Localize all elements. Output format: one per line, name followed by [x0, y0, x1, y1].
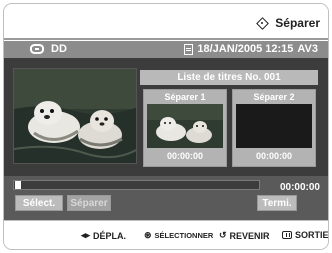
document-icon [184, 43, 194, 55]
date-info: 18/JAN/2005 12:15 AV3 [184, 43, 318, 55]
nav-back-label: REVENIR [229, 230, 270, 241]
info-bar: DD 18/JAN/2005 12:15 AV3 [4, 41, 328, 58]
disc-type: DD [51, 43, 67, 55]
remote-nav-bar: ◂▸ DÉPLA. ⊛ SÉLECTIONNER ↺ REVENIR SORTI… [4, 220, 329, 249]
nav-select-label: SÉLECTIONNER [154, 231, 214, 240]
split-button[interactable]: Séparer [67, 195, 111, 211]
main-area: Liste de titres No. 001 Séparer 1 00:00: [4, 58, 328, 176]
nav-move: ◂▸ DÉPLA. [81, 230, 126, 241]
otters-image [14, 69, 136, 163]
timeline-panel: 00:00:00 Sélect. Séparer Termi. [4, 176, 328, 220]
playback-progress-bar[interactable] [13, 180, 260, 190]
left-right-arrows-icon: ◂▸ [81, 230, 91, 240]
split-thumbnail [147, 104, 223, 148]
nav-back: ↺ REVENIR [219, 230, 270, 241]
nav-select: ⊛ SÉLECTIONNER [144, 230, 213, 241]
datetime: 18/JAN/2005 12:15 [197, 43, 294, 55]
split-thumbnail-empty [236, 104, 312, 148]
disc-info: DD [30, 43, 67, 55]
title-bar: Séparer [4, 4, 328, 40]
split-point-1[interactable]: Séparer 1 00:00:00 [143, 89, 227, 167]
diamond-icon [257, 18, 267, 28]
otters-thumbnail [147, 104, 223, 148]
split-point-2[interactable]: Séparer 2 00:00:00 [232, 89, 316, 167]
split-point-label: Séparer 1 [164, 92, 206, 102]
screen-title: Séparer [257, 16, 320, 30]
channel: AV3 [297, 43, 318, 55]
disc-icon [30, 44, 44, 54]
split-point-time: 00:00:00 [166, 151, 204, 161]
finish-button[interactable]: Termi. [257, 195, 297, 211]
nav-move-label: DÉPLA. [93, 230, 127, 241]
playback-time: 00:00:00 [279, 182, 320, 193]
nav-exit: SORTIE [282, 230, 329, 240]
select-button[interactable]: Sélect. [15, 195, 63, 211]
enter-icon: ⊛ [144, 230, 152, 240]
video-preview [13, 68, 137, 164]
split-screen: Séparer DD 18/JAN/2005 12:15 AV3 Liste d… [3, 3, 329, 250]
screen-title-text: Séparer [275, 16, 320, 30]
nav-exit-label: SORTIE [295, 230, 329, 240]
split-point-time: 00:00:00 [255, 151, 293, 161]
playback-position-marker[interactable] [15, 181, 21, 189]
title-list-heading: Liste de titres No. 001 [140, 70, 318, 85]
return-icon: ↺ [219, 230, 227, 240]
split-point-label: Séparer 2 [253, 92, 295, 102]
exit-icon [282, 231, 292, 239]
